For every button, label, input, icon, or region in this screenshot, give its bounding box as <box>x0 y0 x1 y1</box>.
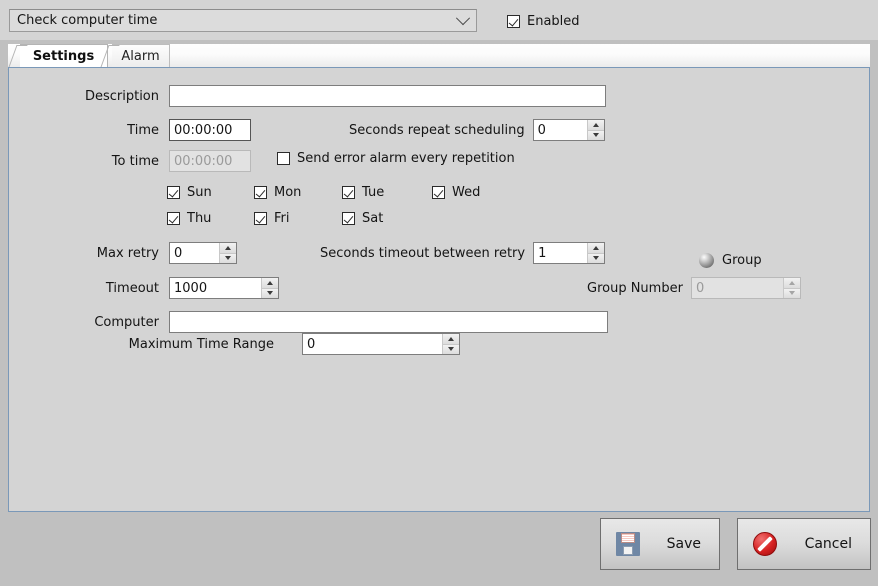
group-number-row: Group Number 0 <box>587 277 801 299</box>
to-time-input: 00:00:00 <box>169 150 251 172</box>
day-checkbox-mon[interactable]: Mon <box>254 185 301 200</box>
seconds-timeout-between-retry-value: 1 <box>538 245 547 261</box>
group-label: Group <box>722 253 762 268</box>
cancel-button-label: Cancel <box>804 536 852 552</box>
seconds-repeat-scheduling-stepper[interactable]: 0 <box>532 119 605 141</box>
description-input[interactable] <box>169 85 606 107</box>
day-tue-box[interactable] <box>342 186 355 199</box>
task-selector-value: Check computer time <box>17 13 158 28</box>
day-checkbox-sat[interactable]: Sat <box>342 211 383 226</box>
day-wed-box[interactable] <box>432 186 445 199</box>
day-thu-box[interactable] <box>167 212 180 225</box>
seconds-timeout-between-retry-stepper[interactable]: 1 <box>533 242 606 264</box>
send-error-alarm-label: Send error alarm every repetition <box>297 151 515 166</box>
maximum-time-range-label: Maximum Time Range <box>128 336 274 352</box>
task-selector-combobox[interactable]: Check computer time <box>9 9 477 32</box>
tab-settings-label: Settings <box>32 49 95 64</box>
enabled-checkbox[interactable]: Enabled <box>507 14 580 29</box>
to-time-row: To time 00:00:00 <box>19 150 251 172</box>
spinner-up-icon[interactable] <box>220 243 236 254</box>
day-sat-box[interactable] <box>342 212 355 225</box>
save-button-label: Save <box>666 536 701 552</box>
seconds-timeout-between-retry-row: Seconds timeout between retry 1 <box>320 242 606 264</box>
day-thu-label: Thu <box>187 211 212 226</box>
day-checkbox-sun[interactable]: Sun <box>167 185 212 200</box>
spinner-up-icon[interactable] <box>262 278 278 289</box>
group-number-stepper: 0 <box>690 277 801 299</box>
tab-alarm[interactable]: Alarm <box>99 44 170 70</box>
spinner-down-icon[interactable] <box>262 288 278 298</box>
send-error-alarm-checkbox-box[interactable] <box>277 152 290 165</box>
timeout-stepper[interactable]: 1000 <box>169 277 279 299</box>
spinner-down-icon[interactable] <box>220 253 236 263</box>
tab-alarm-label: Alarm <box>121 49 160 64</box>
day-mon-label: Mon <box>274 185 302 200</box>
day-checkbox-wed[interactable]: Wed <box>432 185 480 200</box>
day-mon-box[interactable] <box>254 186 267 199</box>
sphere-icon <box>699 253 714 268</box>
spinner-down-icon[interactable] <box>587 130 604 140</box>
enabled-checkbox-box[interactable] <box>507 15 520 28</box>
day-fri-label: Fri <box>274 211 290 226</box>
timeout-label: Timeout <box>105 280 159 296</box>
time-row: Time 00:00:00 <box>19 119 251 141</box>
max-retry-stepper[interactable]: 0 <box>169 242 237 264</box>
max-retry-row: Max retry 0 <box>19 242 237 264</box>
to-time-label: To time <box>111 153 159 169</box>
spinner-up-icon <box>783 278 800 289</box>
timeout-row: Timeout 1000 <box>19 277 279 299</box>
day-fri-box[interactable] <box>254 212 267 225</box>
seconds-repeat-scheduling-row: Seconds repeat scheduling 0 <box>349 119 605 141</box>
time-label: Time <box>127 122 159 138</box>
group-number-label: Group Number <box>587 280 683 296</box>
day-tue-label: Tue <box>362 185 385 200</box>
day-wed-label: Wed <box>452 185 481 200</box>
day-checkbox-thu[interactable]: Thu <box>167 211 211 226</box>
floppy-disk-icon <box>613 529 643 559</box>
top-bar: Check computer time Enabled <box>0 0 878 40</box>
description-label: Description <box>84 88 159 104</box>
day-checkbox-tue[interactable]: Tue <box>342 185 384 200</box>
seconds-repeat-scheduling-label: Seconds repeat scheduling <box>349 122 525 138</box>
day-checkbox-fri[interactable]: Fri <box>254 211 290 226</box>
group-indicator: Group <box>699 253 762 268</box>
day-sat-label: Sat <box>362 211 384 226</box>
maximum-time-range-stepper[interactable]: 0 <box>302 333 460 355</box>
timeout-value: 1000 <box>174 280 208 296</box>
description-row: Description <box>19 85 606 107</box>
chevron-down-icon[interactable] <box>450 10 476 31</box>
group-number-value: 0 <box>695 280 705 296</box>
day-sun-box[interactable] <box>167 186 180 199</box>
spinner-up-icon[interactable] <box>588 243 605 254</box>
max-retry-value: 0 <box>174 245 183 261</box>
computer-input[interactable] <box>169 311 608 333</box>
spinner-up-icon[interactable] <box>443 334 459 345</box>
spinner-down-icon <box>783 288 800 298</box>
tab-settings[interactable]: Settings <box>7 44 108 70</box>
no-entry-icon <box>750 529 780 559</box>
spinner-down-icon[interactable] <box>588 253 605 263</box>
computer-label: Computer <box>94 314 159 330</box>
maximum-time-range-row: Maximum Time Range 0 <box>19 333 460 355</box>
settings-panel: Description Time 00:00:00 Seconds repeat… <box>8 67 870 512</box>
spinner-up-icon[interactable] <box>587 120 604 131</box>
cancel-button[interactable]: Cancel <box>737 518 871 570</box>
max-retry-label: Max retry <box>96 245 159 261</box>
seconds-timeout-between-retry-label: Seconds timeout between retry <box>320 245 526 261</box>
send-error-alarm-checkbox[interactable]: Send error alarm every repetition <box>277 151 515 166</box>
spinner-down-icon[interactable] <box>443 344 459 354</box>
time-input[interactable]: 00:00:00 <box>169 119 251 141</box>
seconds-repeat-scheduling-value: 0 <box>537 122 546 138</box>
computer-row: Computer <box>19 311 608 333</box>
save-button[interactable]: Save <box>600 518 720 570</box>
maximum-time-range-value: 0 <box>307 336 316 352</box>
enabled-label: Enabled <box>527 14 580 29</box>
tab-strip: Settings Alarm <box>7 44 870 70</box>
day-sun-label: Sun <box>187 185 212 200</box>
